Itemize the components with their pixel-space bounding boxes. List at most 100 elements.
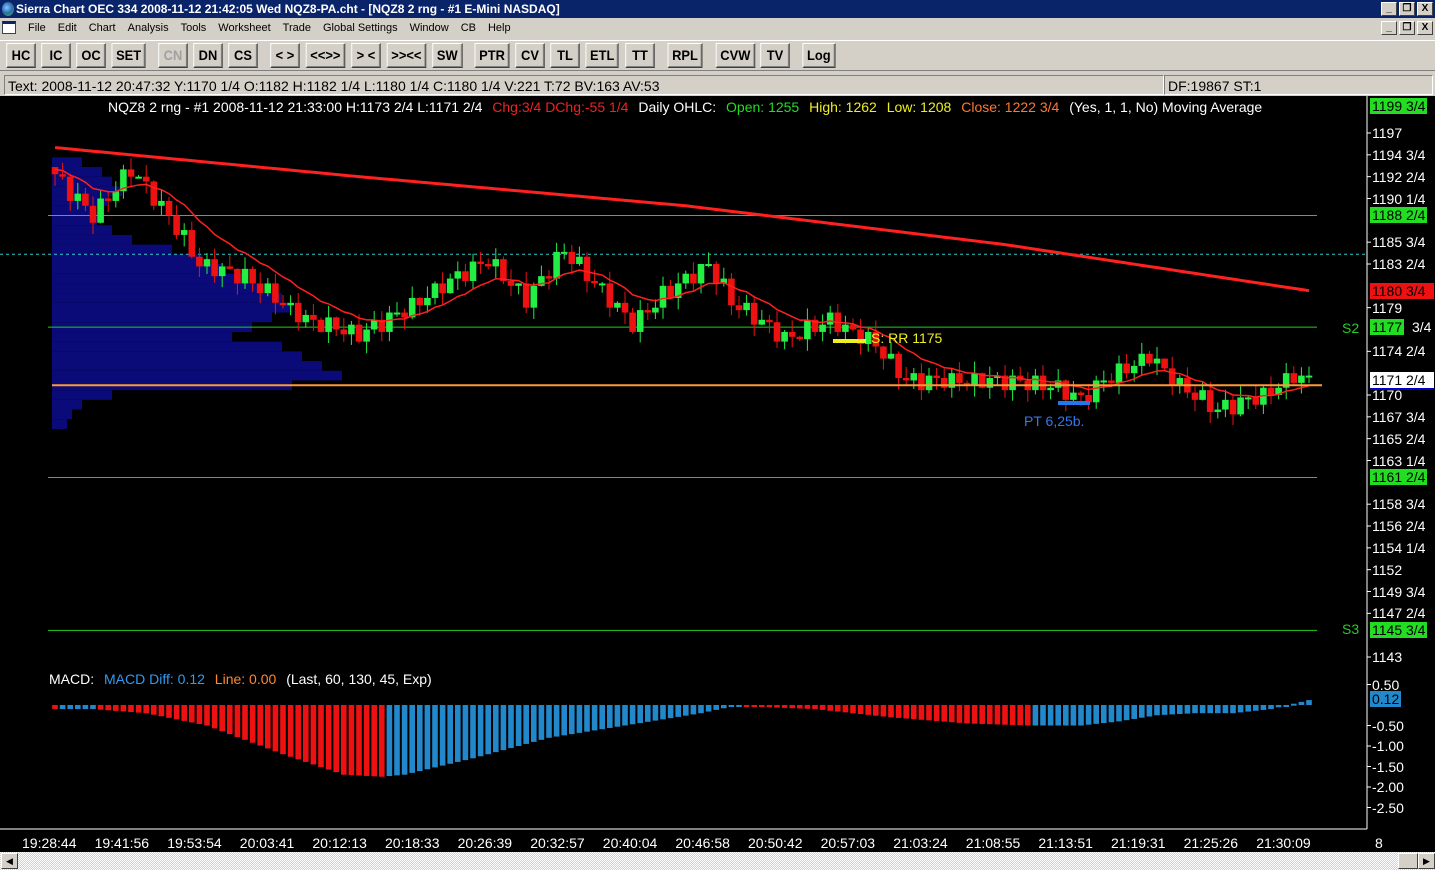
menu-tools[interactable]: Tools bbox=[175, 18, 213, 38]
macd-histogram-bar bbox=[1032, 705, 1039, 726]
macd-histogram-bar bbox=[743, 705, 750, 707]
toolbar-button-oc[interactable]: OC bbox=[76, 43, 106, 68]
toolbar-button-ic[interactable]: IC bbox=[41, 43, 71, 68]
macd-histogram-bar bbox=[181, 705, 187, 721]
toolbar-button-cv[interactable]: CV bbox=[515, 43, 545, 68]
toolbar-button-hc[interactable]: HC bbox=[6, 43, 36, 68]
toolbar-button-tt[interactable]: TT bbox=[624, 43, 655, 68]
scroll-right-button[interactable]: ▶ bbox=[1418, 853, 1435, 869]
macd-histogram-bar bbox=[1306, 700, 1312, 705]
menu-chart[interactable]: Chart bbox=[83, 18, 122, 38]
price-tick-label: 1174 2/4 bbox=[1372, 343, 1426, 360]
time-label: 20:32:57 bbox=[530, 835, 585, 851]
candle-up bbox=[1305, 375, 1313, 378]
child-restore-button[interactable]: ❐ bbox=[1399, 21, 1415, 35]
top-price-highlight: 1199 3/4 bbox=[1370, 98, 1428, 115]
menu-analysis[interactable]: Analysis bbox=[122, 18, 175, 38]
candle-up bbox=[446, 278, 454, 294]
candle-down bbox=[1252, 397, 1260, 405]
candle-down bbox=[1290, 373, 1298, 383]
menu-worksheet[interactable]: Worksheet bbox=[212, 18, 276, 38]
toolbar-button-cn[interactable]: CN bbox=[158, 43, 188, 68]
toolbar-button-tl[interactable]: TL bbox=[550, 43, 580, 68]
child-minimize-button[interactable]: _ bbox=[1381, 21, 1397, 35]
toolbar-button-nav21[interactable]: <<>> bbox=[305, 43, 346, 68]
time-label: 19:53:54 bbox=[167, 835, 222, 851]
menu-edit[interactable]: Edit bbox=[52, 18, 83, 38]
toolbar-button-log[interactable]: Log bbox=[802, 43, 836, 68]
candle-down bbox=[211, 259, 218, 277]
toolbar-button-nav20[interactable]: < > bbox=[270, 43, 300, 68]
menu-window[interactable]: Window bbox=[404, 18, 455, 38]
candle-down bbox=[1229, 399, 1237, 415]
menu-cb[interactable]: CB bbox=[455, 18, 482, 38]
candle-up bbox=[241, 268, 249, 284]
candle-up bbox=[758, 319, 766, 325]
toolbar-button-ptr[interactable]: PTR bbox=[474, 43, 510, 68]
toolbar-button-dn[interactable]: DN bbox=[193, 43, 223, 68]
toolbar-group: HC IC OC SET bbox=[5, 43, 147, 68]
toolbar-button-cvw[interactable]: CVW bbox=[715, 43, 755, 68]
candle-up bbox=[553, 251, 560, 279]
toolbar-group: Log bbox=[801, 43, 837, 68]
scroll-thumb[interactable] bbox=[1398, 853, 1418, 869]
candle-down bbox=[644, 310, 652, 313]
macd-histogram-bar bbox=[949, 705, 955, 723]
menu-file[interactable]: File bbox=[22, 18, 52, 38]
time-label: 21:03:24 bbox=[893, 835, 948, 851]
toolbar-button-nav22[interactable]: > < bbox=[351, 43, 381, 68]
toolbar-button-cs[interactable]: CS bbox=[228, 43, 258, 68]
restore-button[interactable]: ❐ bbox=[1399, 2, 1415, 16]
macd-histogram-bar bbox=[819, 705, 826, 710]
toolbar-button-sw[interactable]: SW bbox=[431, 43, 462, 68]
menu-trade[interactable]: Trade bbox=[277, 18, 317, 38]
volume-profile-bar bbox=[52, 254, 202, 265]
macd-histogram-bar bbox=[850, 705, 856, 714]
macd-histogram-bar bbox=[303, 705, 309, 762]
price-chart[interactable] bbox=[0, 96, 1435, 852]
macd-histogram-bar bbox=[211, 705, 218, 729]
macd-histogram-bar bbox=[1131, 705, 1137, 719]
macd-histogram-bar bbox=[941, 705, 947, 722]
toolbar-button-nav23[interactable]: >><< bbox=[386, 43, 426, 68]
toolbar-button-etl[interactable]: ETL bbox=[585, 43, 620, 68]
minimize-button[interactable]: _ bbox=[1381, 2, 1397, 16]
candle-down bbox=[142, 176, 150, 182]
child-close-button[interactable]: X bbox=[1417, 21, 1433, 35]
macd-histogram-bar bbox=[447, 705, 453, 764]
macd-histogram-bar bbox=[120, 705, 127, 712]
window-controls: _ ❐ X bbox=[1381, 2, 1433, 16]
menu-help[interactable]: Help bbox=[482, 18, 517, 38]
ma-price-highlight: 1180 3/4 bbox=[1370, 282, 1434, 299]
candle-down bbox=[1108, 380, 1115, 383]
macd-histogram-bar bbox=[827, 705, 833, 711]
toolbar-button-rpl[interactable]: RPL bbox=[667, 43, 703, 68]
macd-histogram-bar bbox=[979, 705, 985, 724]
macd-histogram-bar bbox=[591, 705, 598, 731]
document-icon[interactable] bbox=[2, 21, 16, 34]
candle-down bbox=[173, 215, 180, 235]
menu-global-settings[interactable]: Global Settings bbox=[317, 18, 404, 38]
macd-histogram-bar bbox=[173, 705, 180, 720]
macd-histogram-bar bbox=[926, 705, 932, 721]
macd-histogram-bar bbox=[1298, 701, 1305, 705]
candle-up bbox=[393, 312, 401, 315]
toolbar-button-set[interactable]: SET bbox=[111, 43, 146, 68]
chart-area[interactable]: NQZ8 2 rng - #1 2008-11-12 21:33:00 H:11… bbox=[0, 96, 1435, 852]
candle-up bbox=[659, 285, 667, 308]
macd-histogram-bar bbox=[128, 705, 134, 713]
horizontal-scrollbar[interactable]: ◀ ▶ bbox=[0, 852, 1435, 870]
candle-down bbox=[439, 283, 446, 294]
candle-down bbox=[1206, 390, 1214, 412]
candle-up bbox=[682, 273, 690, 284]
macd-histogram-bar bbox=[310, 705, 317, 765]
macd-histogram-bar bbox=[105, 705, 111, 711]
macd-histogram-bar bbox=[1253, 705, 1259, 711]
macd-histogram-bar bbox=[1025, 705, 1031, 726]
scroll-left-button[interactable]: ◀ bbox=[1, 853, 18, 869]
candle-down bbox=[933, 375, 940, 379]
close-button[interactable]: X bbox=[1417, 2, 1433, 16]
macd-histogram-bar bbox=[994, 705, 1001, 725]
candle-down bbox=[507, 280, 515, 286]
toolbar-button-tv[interactable]: TV bbox=[760, 43, 791, 68]
